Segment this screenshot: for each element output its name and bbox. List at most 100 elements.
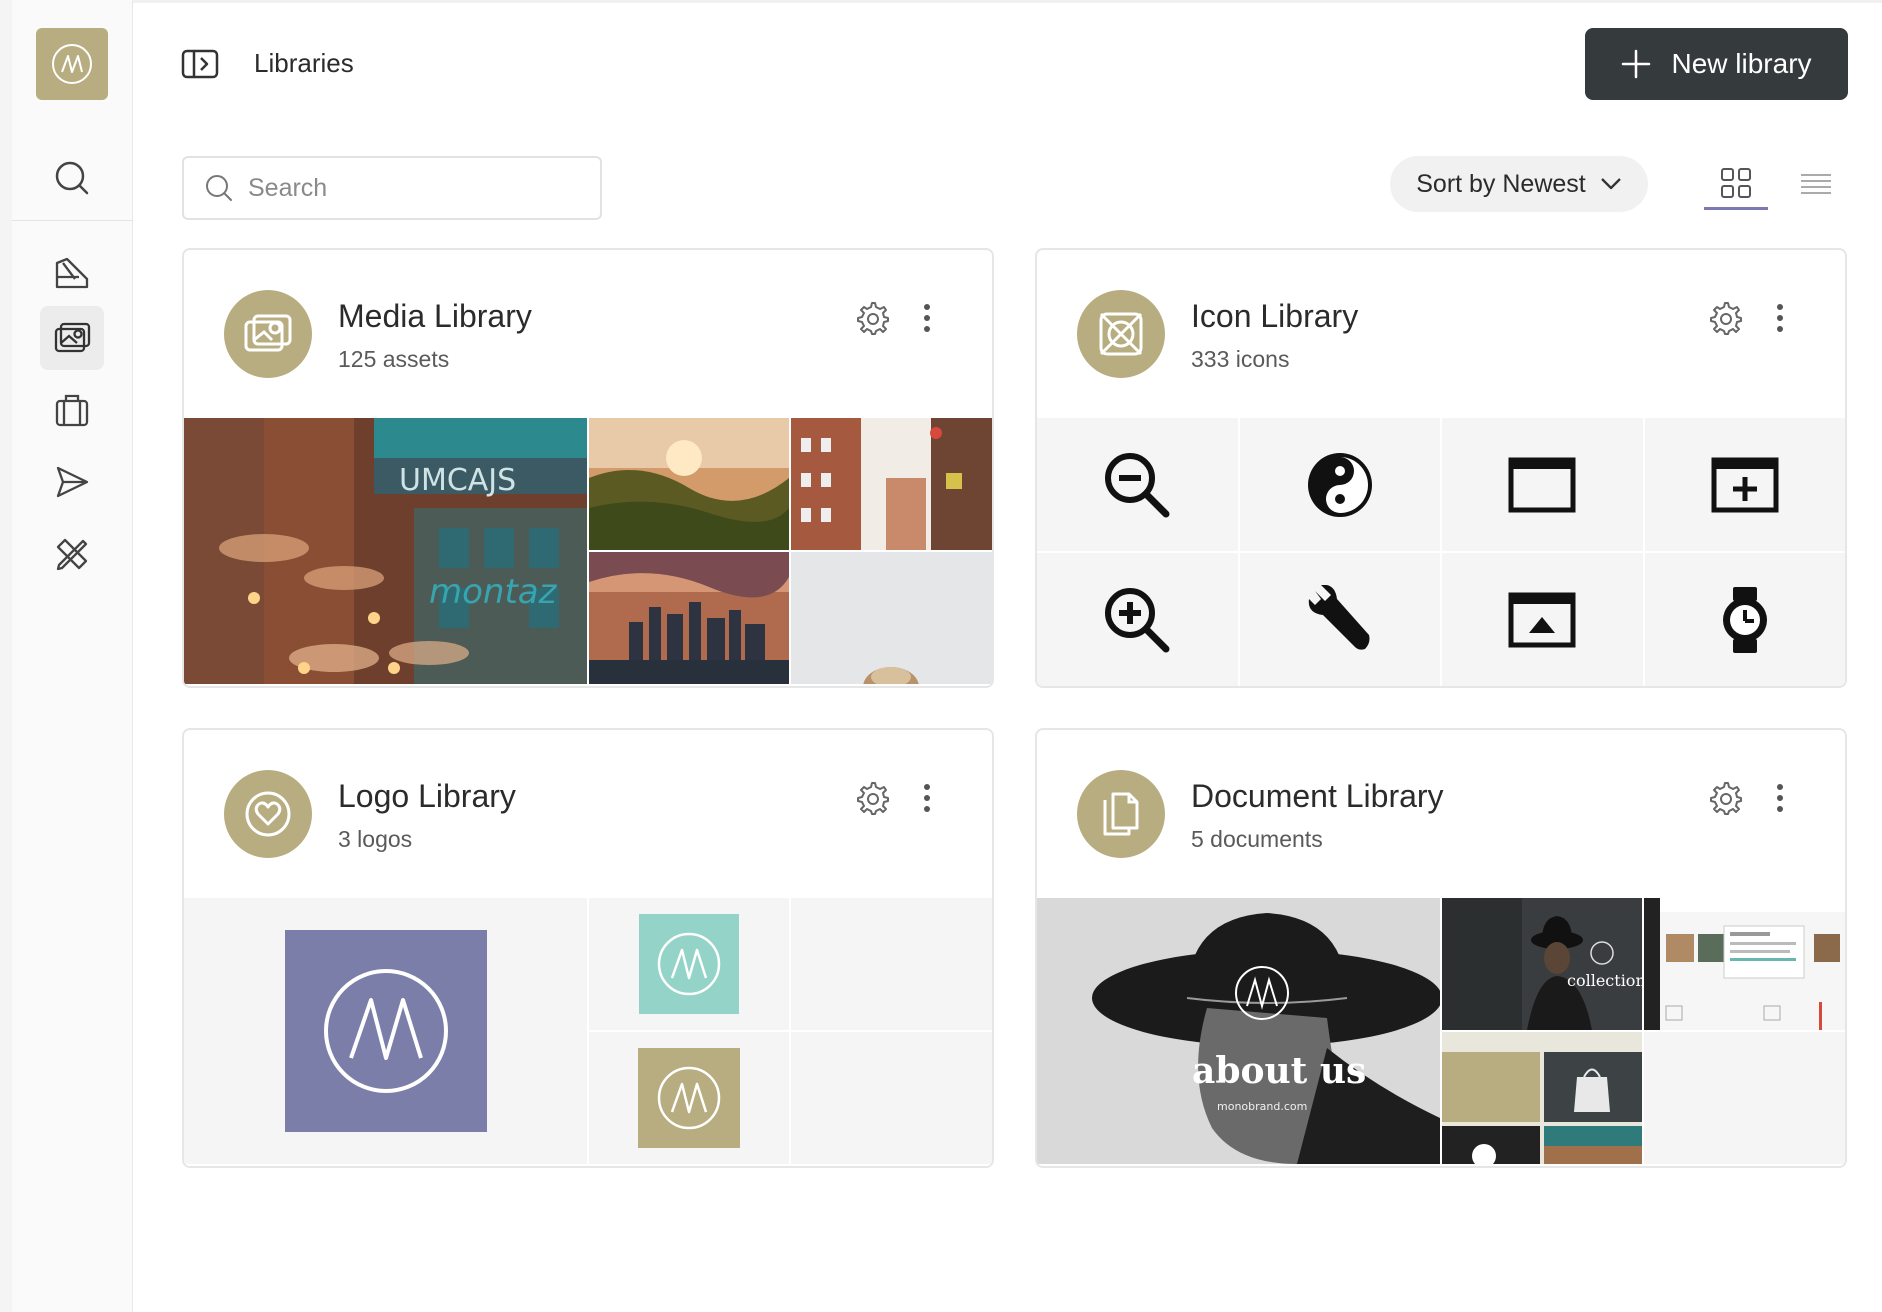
list-view-toggle[interactable]: [1784, 158, 1848, 210]
zoom-in-icon: [1105, 587, 1170, 652]
gear-icon: [857, 782, 889, 815]
search-box[interactable]: [182, 156, 602, 220]
heart-icon: [245, 791, 291, 837]
library-name[interactable]: Document Library: [1191, 778, 1444, 815]
sidebar-item-projects[interactable]: [40, 378, 104, 442]
library-settings-button[interactable]: [1705, 778, 1745, 818]
search-input[interactable]: [248, 173, 588, 203]
logo-thumbnail-khaki[interactable]: [589, 1032, 789, 1164]
media-thumbnail-skyline[interactable]: [589, 552, 789, 684]
library-settings-button[interactable]: [1705, 298, 1745, 338]
chevron-down-icon: [1600, 178, 1621, 190]
logo-thumbnail-teal[interactable]: [589, 898, 789, 1030]
icon-tile[interactable]: [1442, 553, 1643, 686]
logo-thumbnail-purple[interactable]: [184, 898, 587, 1164]
grid-view-toggle[interactable]: [1704, 158, 1768, 210]
icon-tile[interactable]: [1644, 418, 1845, 551]
icon-tile[interactable]: [1442, 418, 1643, 551]
plus-icon: [1622, 49, 1651, 79]
library-avatar: [1077, 770, 1165, 858]
icon-tile[interactable]: [1037, 553, 1238, 686]
icon-tile[interactable]: [1644, 553, 1845, 686]
library-card-documents[interactable]: Document Library 5 documents about us mo…: [1035, 728, 1847, 1168]
portrait-photo: [791, 552, 992, 684]
stationery-cover: [1442, 1032, 1642, 1164]
library-card-media[interactable]: Media Library 125 assets UMCAJS montaz: [182, 248, 994, 688]
library-settings-button[interactable]: [852, 778, 892, 818]
icon-tile[interactable]: [1239, 418, 1440, 551]
library-name[interactable]: Media Library: [338, 298, 532, 335]
brand-logo-purple: [284, 930, 487, 1132]
document-thumbnail-app-screenshot[interactable]: [1644, 898, 1845, 1030]
logo-empty-slot: [791, 1032, 992, 1164]
sidebar-toggle-button[interactable]: [180, 46, 220, 82]
more-vertical-icon: [1777, 784, 1783, 812]
more-vertical-icon: [1777, 304, 1783, 332]
library-name[interactable]: Logo Library: [338, 778, 516, 815]
brand-logo-khaki: [638, 1048, 740, 1148]
collection-text: collection: [1567, 971, 1642, 990]
brand-logo-teal: [639, 914, 739, 1014]
library-more-button[interactable]: [912, 298, 942, 338]
library-more-button[interactable]: [1765, 298, 1795, 338]
window-icon: [1508, 457, 1576, 512]
icon-tile[interactable]: [1037, 418, 1238, 551]
media-thumbnail-brick-buildings[interactable]: [791, 418, 992, 550]
skyline-photo: [589, 552, 789, 684]
library-count: 125 assets: [338, 346, 450, 372]
library-settings-button[interactable]: [852, 298, 892, 338]
sidebar-item-search[interactable]: [40, 146, 104, 210]
design-tools-icon: [56, 538, 88, 571]
sidebar-item-share[interactable]: [40, 450, 104, 514]
neon-sign-graphic: montaz: [429, 572, 558, 612]
library-count: 5 documents: [1191, 826, 1323, 852]
media-thumbnail-city-umbrellas[interactable]: UMCAJS montaz: [184, 418, 587, 684]
list-view-icon: [1801, 174, 1831, 194]
more-vertical-icon: [924, 304, 930, 332]
documents-icon: [1103, 792, 1139, 836]
sidebar-item-tools[interactable]: [40, 522, 104, 586]
grid-view-icon: [1721, 167, 1751, 198]
logo-preview-grid: [184, 898, 992, 1166]
sunset-photo: [589, 418, 789, 550]
library-more-button[interactable]: [912, 778, 942, 818]
brand-logo[interactable]: [36, 28, 108, 100]
document-empty-slot: [1644, 1032, 1845, 1164]
sidebar-divider: [12, 220, 133, 221]
library-name[interactable]: Icon Library: [1191, 298, 1358, 335]
top-border: [133, 0, 1882, 3]
logo-empty-slot: [791, 898, 992, 1030]
library-card-header: Icon Library 333 icons: [1037, 250, 1845, 418]
search-icon: [55, 161, 89, 195]
library-card-logos[interactable]: Logo Library 3 logos: [182, 728, 994, 1168]
media-library-icon: [54, 322, 91, 353]
icon-preview-grid: [1037, 418, 1845, 686]
upload-window-icon: [1508, 592, 1576, 647]
page-title: Libraries: [254, 48, 354, 78]
library-avatar: [224, 770, 312, 858]
library-more-button[interactable]: [1765, 778, 1795, 818]
gear-icon: [1710, 302, 1742, 335]
sort-dropdown[interactable]: Sort by Newest: [1390, 156, 1648, 212]
library-card-icons[interactable]: Icon Library 333 icons: [1035, 248, 1847, 688]
watch-icon: [1722, 586, 1767, 653]
new-library-label: New library: [1671, 48, 1812, 79]
icon-tile[interactable]: [1239, 553, 1440, 686]
media-thumbnail-sunset-grass[interactable]: [589, 418, 789, 550]
sidebar-item-brand[interactable]: [40, 240, 104, 304]
document-thumbnail-stationery[interactable]: [1442, 1032, 1642, 1164]
library-avatar: [224, 290, 312, 378]
new-library-button[interactable]: New library: [1585, 28, 1848, 100]
document-thumbnail-collection[interactable]: collection: [1442, 898, 1642, 1030]
library-avatar: [1077, 290, 1165, 378]
more-vertical-icon: [924, 784, 930, 812]
media-thumbnail-portrait[interactable]: [791, 552, 992, 684]
document-thumbnail-about-us[interactable]: about us monobrand.com: [1037, 898, 1440, 1164]
gear-icon: [1710, 782, 1742, 815]
library-card-header: Logo Library 3 logos: [184, 730, 992, 898]
briefcase-icon: [55, 394, 89, 427]
about-us-cover: about us monobrand.com: [1037, 898, 1440, 1164]
palette-icon: [55, 257, 89, 289]
sidebar-item-libraries[interactable]: [40, 306, 104, 370]
app-screenshot: [1644, 898, 1845, 1030]
